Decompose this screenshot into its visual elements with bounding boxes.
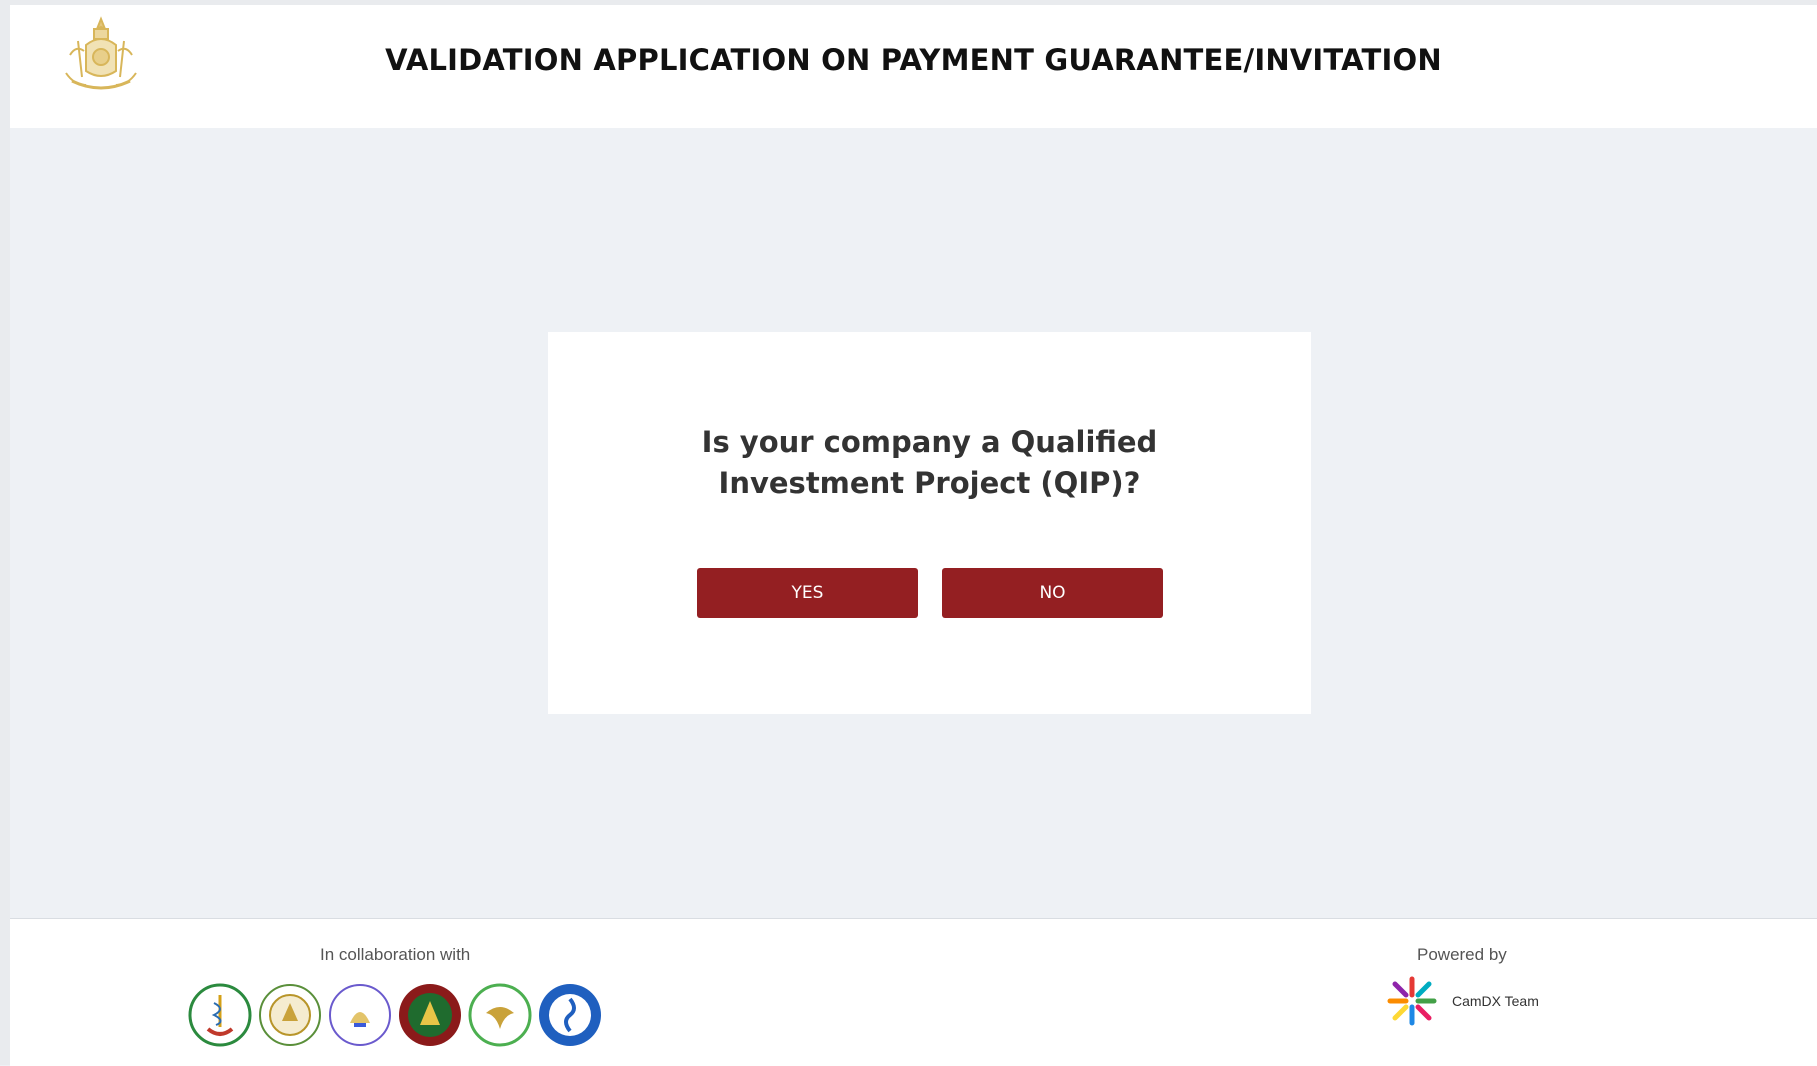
page-header: VALIDATION APPLICATION ON PAYMENT GUARAN… bbox=[10, 5, 1817, 128]
camdx-logo-icon bbox=[1387, 976, 1437, 1026]
qip-question-text: Is your company a Qualified Investment P… bbox=[701, 425, 1158, 500]
green-seal-logo bbox=[399, 984, 461, 1046]
no-button[interactable]: NO bbox=[942, 568, 1163, 618]
ministry-emblem-logo bbox=[329, 984, 391, 1046]
collaboration-label: In collaboration with bbox=[320, 945, 471, 964]
page-footer: In collaboration with Powered by CamDX T… bbox=[10, 918, 1817, 1066]
yes-button[interactable]: YES bbox=[697, 568, 918, 618]
ministry-health-logo bbox=[188, 983, 252, 1047]
blue-seal-logo bbox=[539, 984, 601, 1046]
camdx-team-label: CamDX Team bbox=[1452, 993, 1539, 1009]
ministry-seal-logo bbox=[259, 984, 321, 1046]
qip-question-card: Is your company a Qualified Investment P… bbox=[548, 332, 1311, 714]
app-window: VALIDATION APPLICATION ON PAYMENT GUARAN… bbox=[0, 0, 1817, 1066]
bird-seal-logo bbox=[468, 983, 532, 1047]
page-title: VALIDATION APPLICATION ON PAYMENT GUARAN… bbox=[385, 43, 1442, 77]
powered-by-label: Powered by bbox=[1417, 945, 1507, 964]
